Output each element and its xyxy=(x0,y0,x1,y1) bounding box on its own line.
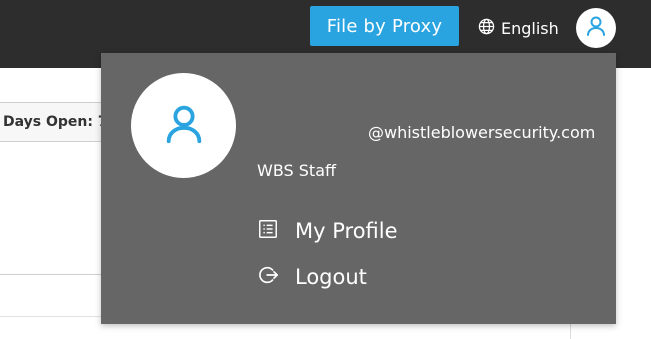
logout-menu-item[interactable]: Logout xyxy=(257,262,367,292)
user-role: WBS Staff xyxy=(257,161,337,180)
user-menu-button[interactable] xyxy=(576,8,616,48)
my-profile-menu-item[interactable]: My Profile xyxy=(257,216,398,246)
logout-label: Logout xyxy=(295,265,367,289)
my-profile-label: My Profile xyxy=(295,219,398,243)
globe-icon xyxy=(478,18,495,39)
user-menu-dropdown: @whistleblowersecurity.com WBS Staff My … xyxy=(101,53,616,324)
profile-list-icon xyxy=(257,218,279,245)
language-label: English xyxy=(501,18,559,38)
avatar xyxy=(131,73,236,178)
logout-icon xyxy=(257,264,279,291)
divider xyxy=(0,274,110,275)
file-by-proxy-button[interactable]: File by Proxy xyxy=(310,6,459,46)
user-icon xyxy=(584,14,608,42)
page: File by Proxy English Days Open: 7 @whis… xyxy=(0,0,651,339)
divider xyxy=(570,323,571,339)
user-email: @whistleblowersecurity.com xyxy=(368,123,596,142)
days-open-header: Days Open: 7 xyxy=(0,102,110,142)
divider xyxy=(0,316,110,317)
language-selector[interactable]: English xyxy=(478,8,559,48)
user-icon xyxy=(161,101,207,151)
